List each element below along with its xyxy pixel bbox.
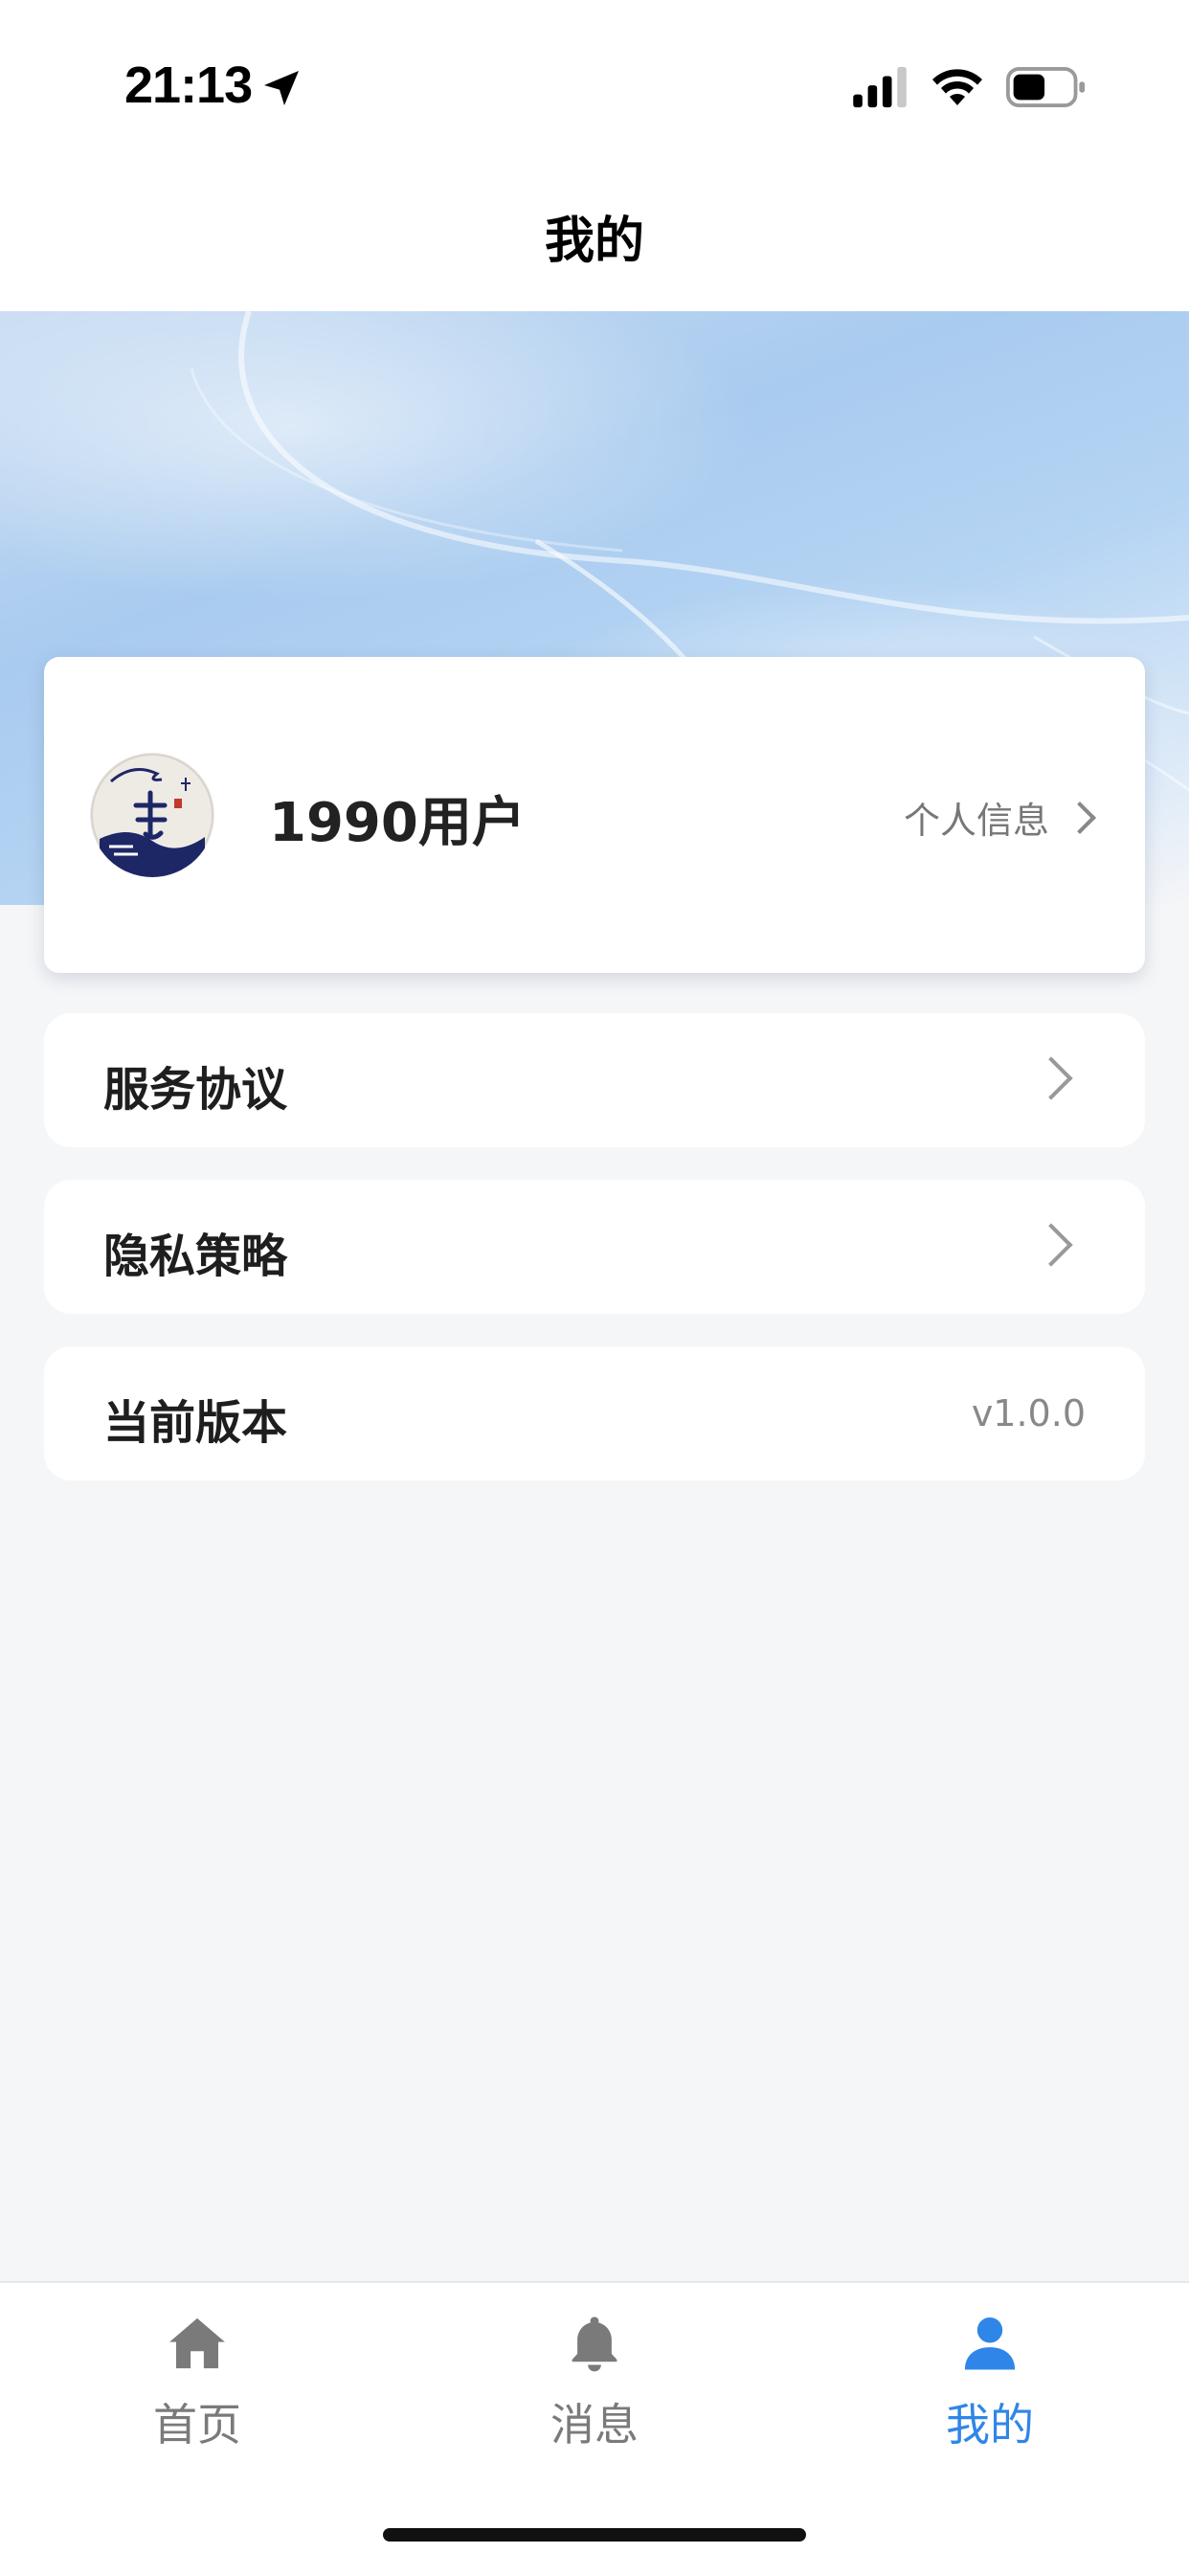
tab-label: 首页 (153, 2399, 241, 2451)
username: 1990用户 (269, 792, 526, 854)
chevron-right-icon (1064, 801, 1096, 834)
menu-item-service-agreement[interactable]: 服务协议 (44, 1013, 1145, 1147)
tab-label: 消息 (550, 2399, 639, 2451)
tab-label: 我的 (946, 2399, 1034, 2451)
profile-card[interactable]: 1990用户 个人信息 (44, 657, 1145, 973)
tab-messages[interactable]: 消息 (451, 2312, 738, 2465)
home-icon (169, 2317, 225, 2369)
nav-header: 我的 (0, 172, 1189, 311)
page-title: 我的 (544, 213, 644, 270)
status-bar: 21:13 (0, 0, 1189, 172)
version-value: v1.0.0 (971, 1392, 1086, 1435)
wifi-icon (932, 69, 982, 105)
personal-info-link[interactable]: 个人信息 (903, 791, 1096, 844)
user-icon (964, 2317, 1016, 2370)
menu-item-label: 隐私策略 (103, 1230, 288, 1283)
battery-icon (1006, 67, 1086, 107)
chevron-right-icon (1029, 1223, 1073, 1267)
chevron-right-icon (1029, 1056, 1073, 1100)
menu-item-label: 当前版本 (103, 1396, 288, 1450)
menu-item-label: 服务协议 (103, 1063, 288, 1117)
status-time: 21:13 (124, 56, 253, 114)
menu-item-current-version: 当前版本 v1.0.0 (44, 1346, 1145, 1480)
menu-item-privacy-policy[interactable]: 隐私策略 (44, 1180, 1145, 1314)
avatar[interactable] (90, 753, 214, 877)
home-indicator[interactable] (383, 2528, 806, 2542)
tab-home[interactable]: 首页 (54, 2312, 341, 2465)
location-arrow-icon (264, 71, 299, 105)
cellular-signal-icon (853, 66, 907, 108)
personal-info-label: 个人信息 (903, 800, 1049, 842)
bell-icon (572, 2316, 617, 2372)
tab-mine[interactable]: 我的 (846, 2312, 1133, 2465)
